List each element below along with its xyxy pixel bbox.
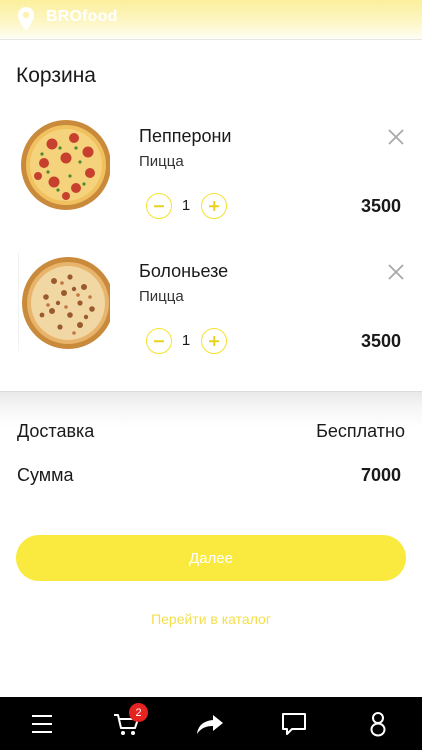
- cart-item: Пепперони Пицца 1 3500: [0, 118, 422, 248]
- cart-item: Болоньезе Пицца 1 3500: [0, 253, 422, 383]
- tab-chat[interactable]: [264, 697, 324, 750]
- item-price: 3500: [360, 196, 401, 216]
- item-name: Болоньезе: [139, 261, 229, 281]
- brand-name: BROfood: [46, 8, 118, 25]
- profile-icon: [370, 711, 386, 736]
- increase-quantity-button[interactable]: [201, 328, 227, 354]
- sum-value: 7000: [360, 465, 401, 485]
- go-to-catalog-link[interactable]: Перейти в каталог: [0, 611, 422, 627]
- item-name: Пепперони: [139, 126, 232, 146]
- close-icon[interactable]: [386, 127, 406, 147]
- bolognese-pizza-image: [18, 253, 110, 351]
- chat-icon: [282, 712, 306, 735]
- cart-count-badge: 2: [129, 703, 148, 722]
- tab-menu[interactable]: [12, 697, 72, 750]
- location-pin-icon[interactable]: [17, 6, 35, 32]
- decrease-quantity-button[interactable]: [146, 328, 172, 354]
- tab-cart[interactable]: 2: [96, 697, 156, 750]
- item-quantity: 1: [181, 197, 191, 214]
- item-quantity: 1: [181, 332, 191, 349]
- tab-profile[interactable]: [348, 697, 408, 750]
- item-category: Пицца: [139, 288, 184, 305]
- increase-quantity-button[interactable]: [201, 193, 227, 219]
- bottom-tab-bar: 2: [0, 697, 422, 750]
- share-icon: [197, 714, 223, 734]
- tab-share[interactable]: [180, 697, 240, 750]
- item-price: 3500: [360, 331, 401, 351]
- item-category: Пицца: [139, 153, 184, 170]
- close-icon[interactable]: [386, 262, 406, 282]
- app-header: BROfood: [0, 0, 422, 40]
- pepperoni-pizza-image: [21, 120, 110, 210]
- delivery-label: Доставка: [17, 421, 95, 441]
- sum-label: Сумма: [17, 465, 74, 485]
- menu-icon: [32, 714, 52, 733]
- page-title: Корзина: [16, 64, 96, 87]
- decrease-quantity-button[interactable]: [146, 193, 172, 219]
- next-button[interactable]: Далее: [16, 535, 406, 581]
- delivery-value: Бесплатно: [316, 421, 405, 441]
